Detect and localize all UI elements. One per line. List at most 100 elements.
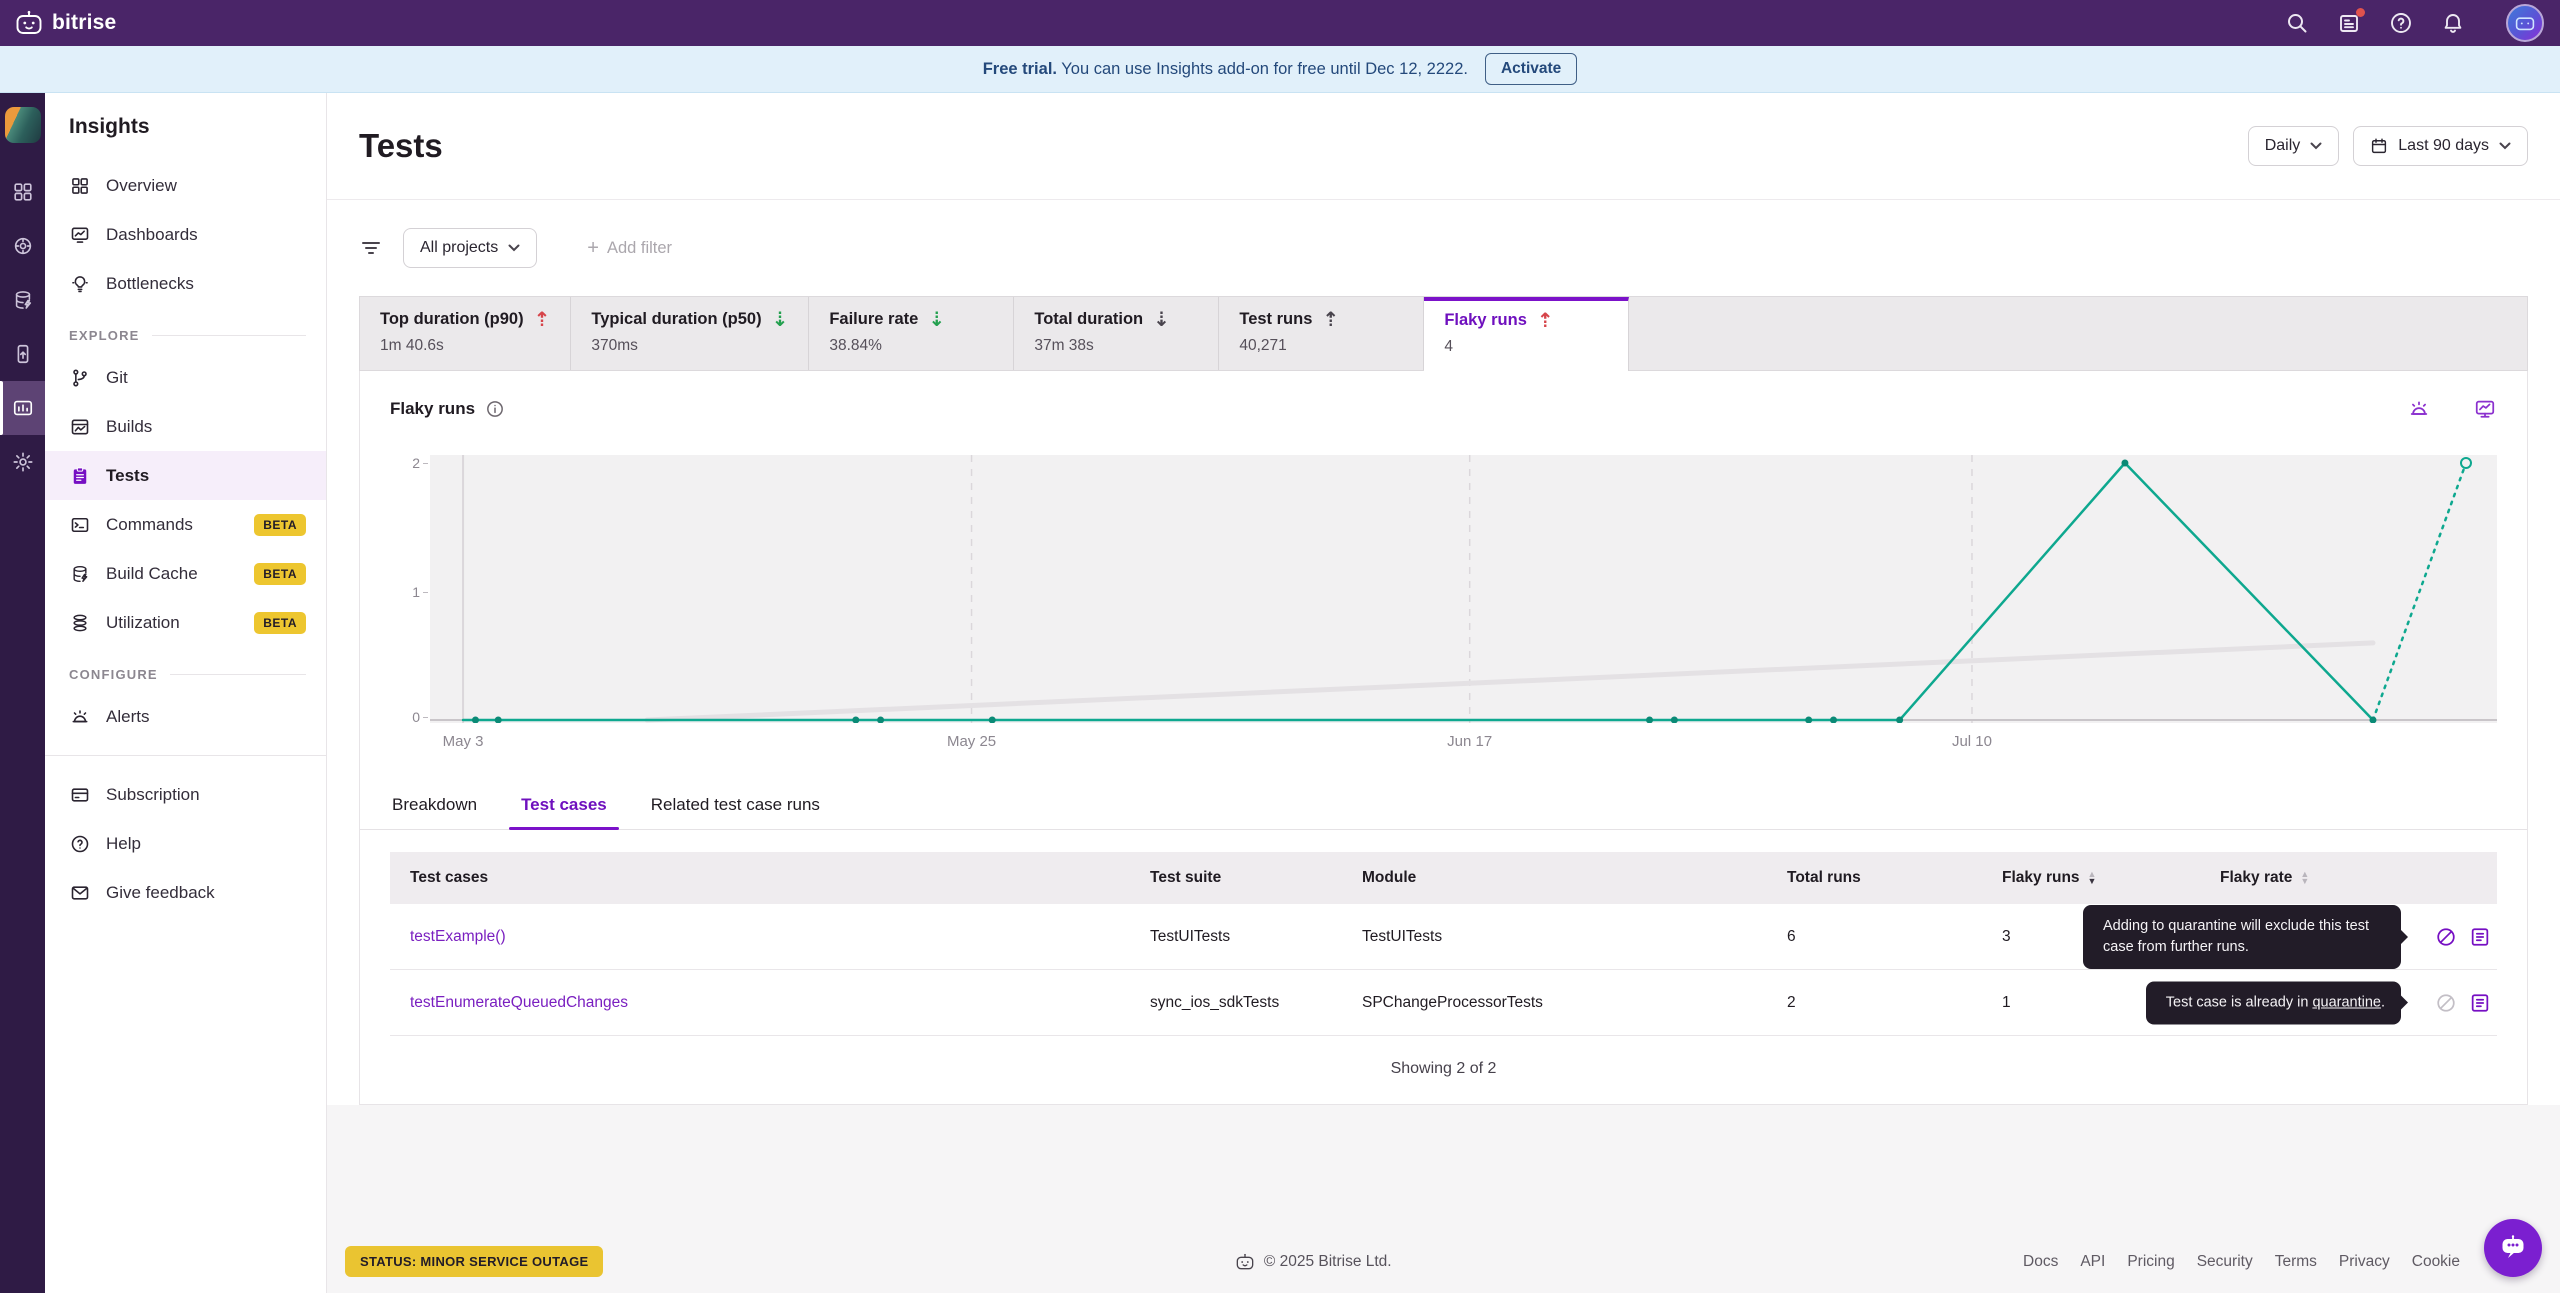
whats-new-icon[interactable] (2336, 8, 2365, 36)
sidebar-item-builds[interactable]: Builds (45, 402, 326, 451)
sidebar-title: Insights (69, 115, 150, 138)
metric-tab-test-runs[interactable]: Test runs ⇡ 40,271 (1219, 297, 1425, 370)
info-icon[interactable] (485, 399, 505, 419)
ci-icon[interactable] (0, 219, 45, 273)
footer-link-docs[interactable]: Docs (2023, 1253, 2058, 1271)
y-tick-label: 1 (412, 584, 428, 600)
apps-grid-icon[interactable] (0, 165, 45, 219)
activate-button[interactable]: Activate (1484, 53, 1578, 85)
quarantine-tooltip: Adding to quarantine will exclude this t… (2083, 904, 2401, 969)
date-range-select[interactable]: Last 90 days (2353, 126, 2528, 166)
help-circle-icon (69, 833, 91, 855)
utilization-stack-icon (69, 612, 91, 634)
sidebar-item-overview[interactable]: Overview (45, 161, 326, 210)
footer-link-api[interactable]: API (2080, 1253, 2105, 1271)
test-case-link[interactable]: testExample() (410, 928, 506, 945)
notifications-bell-icon[interactable] (2440, 10, 2466, 36)
sidebar-item-commands[interactable]: Commands BETA (45, 500, 326, 549)
tab-breakdown[interactable]: Breakdown (390, 785, 479, 829)
add-filter-label: Add filter (606, 238, 673, 257)
metric-tab-failure-rate[interactable]: Failure rate ⇣ 38.84% (809, 297, 1015, 370)
chevron-down-icon (2310, 142, 2322, 150)
bitrise-insights-page: bitrise Free trial. You can use Insights… (0, 0, 2560, 1293)
trend-up-icon: ⇡ (1322, 307, 1340, 331)
sort-icons: ▲ ▼ (2087, 870, 2097, 886)
details-icon[interactable] (2469, 992, 2491, 1014)
metric-label: Typical duration (p50) (591, 309, 762, 328)
quarantine-icon[interactable] (2435, 926, 2457, 948)
workspace-avatar[interactable] (4, 107, 41, 143)
flaky-runs-plot-svg (430, 455, 2497, 723)
projects-select[interactable]: All projects (403, 228, 538, 268)
beta-badge: BETA (254, 513, 306, 536)
page-header: Tests Daily Last 90 days (327, 93, 2560, 200)
search-icon[interactable] (2284, 10, 2310, 36)
metric-tab-total-duration[interactable]: Total duration ⇣ 37m 38s (1014, 297, 1220, 370)
plus-icon: + (587, 236, 599, 259)
banner-detail: You can use Insights add-on for free unt… (1061, 59, 1468, 78)
sidebar-section-configure: CONFIGURE (45, 667, 326, 682)
metric-tabs-filler (1629, 297, 2527, 370)
x-tick-label: Jun 17 (1447, 733, 1493, 750)
chart-header: Flaky runs (390, 397, 2497, 421)
trend-up-icon: ⇡ (533, 307, 551, 331)
test-suite-cell: TestUITests (1150, 927, 1231, 945)
footer-link-terms[interactable]: Terms (2275, 1253, 2317, 1271)
sidebar-item-subscription[interactable]: Subscription (45, 770, 326, 819)
insights-sidebar: Insights Overview Dashboards Bottlenecks… (45, 93, 327, 1293)
col-flaky-runs[interactable]: Flaky runs ▲ ▼ (1982, 869, 2200, 887)
metric-tab-typical-duration[interactable]: Typical duration (p50) ⇣ 370ms (571, 297, 810, 370)
metric-tab-flaky-runs[interactable]: Flaky runs ⇡ 4 (1424, 297, 1630, 371)
chat-widget-button[interactable] (2484, 1219, 2542, 1277)
sort-desc-icon: ▼ (2087, 876, 2097, 886)
help-icon[interactable] (2388, 10, 2414, 36)
metric-tab-top-duration[interactable]: Top duration (p90) ⇡ 1m 40.6s (360, 297, 572, 370)
sidebar-item-label: Commands (106, 514, 193, 534)
create-alert-icon[interactable] (2407, 397, 2431, 421)
sidebar-item-utilization[interactable]: Utilization BETA (45, 598, 326, 647)
sidebar-item-git[interactable]: Git (45, 353, 326, 402)
sidebar-item-help[interactable]: Help (45, 819, 326, 868)
quarantine-link[interactable]: quarantine (2312, 994, 2381, 1010)
tab-related-test-case-runs[interactable]: Related test case runs (649, 785, 822, 829)
footer: STATUS: MINOR SERVICE OUTAGE © 2025 Bitr… (327, 1246, 2560, 1293)
col-module: Module (1362, 869, 1417, 886)
add-filter-button[interactable]: + Add filter (587, 237, 672, 260)
metric-tabs: Top duration (p90) ⇡ 1m 40.6s Typical dur… (359, 296, 2528, 371)
filter-lines-icon[interactable] (359, 236, 383, 260)
sidebar-item-build-cache[interactable]: Build Cache BETA (45, 549, 326, 598)
sidebar-item-dashboards[interactable]: Dashboards (45, 210, 326, 259)
footer-link-pricing[interactable]: Pricing (2127, 1253, 2174, 1271)
tab-test-cases[interactable]: Test cases (509, 785, 619, 830)
details-icon[interactable] (2469, 926, 2491, 948)
flaky-runs-card: Flaky runs 2 1 0 May 3 May 25 Jun 17 Jul… (359, 371, 2528, 1105)
sidebar-item-alerts[interactable]: Alerts (45, 692, 326, 741)
insights-icon[interactable] (0, 381, 45, 435)
chevron-down-icon (508, 244, 520, 252)
bitrise-logo[interactable]: bitrise (14, 8, 116, 38)
build-cache-rail-icon[interactable] (0, 273, 45, 327)
settings-gear-icon[interactable] (0, 435, 45, 489)
sidebar-item-label: Utilization (106, 612, 180, 632)
sidebar-section-explore: EXPLORE (45, 328, 326, 343)
metric-label: Top duration (p90) (380, 309, 524, 328)
detail-tabs: Breakdown Test cases Related test case r… (360, 785, 2527, 830)
granularity-select[interactable]: Daily (2247, 126, 2340, 166)
sidebar-item-give-feedback[interactable]: Give feedback (45, 868, 326, 917)
add-to-dashboard-icon[interactable] (2473, 397, 2497, 421)
footer-link-cookie[interactable]: Cookie (2412, 1253, 2460, 1271)
build-cache-icon (69, 563, 91, 585)
col-flaky-rate[interactable]: Flaky rate ▲ ▼ (2200, 869, 2415, 887)
user-avatar[interactable] (2506, 4, 2544, 42)
chevron-down-icon (2499, 142, 2511, 150)
pagination-summary: Showing 2 of 2 (1390, 1060, 1497, 1077)
footer-link-security[interactable]: Security (2197, 1253, 2253, 1271)
release-icon[interactable] (0, 327, 45, 381)
sidebar-item-bottlenecks[interactable]: Bottlenecks (45, 259, 326, 308)
footer-link-privacy[interactable]: Privacy (2339, 1253, 2390, 1271)
status-badge[interactable]: STATUS: MINOR SERVICE OUTAGE (345, 1246, 604, 1277)
bottlenecks-bulb-icon (69, 273, 91, 295)
sidebar-item-tests[interactable]: Tests (45, 451, 326, 500)
test-case-link[interactable]: testEnumerateQueuedChanges (410, 994, 628, 1011)
sidebar-item-label: Subscription (106, 784, 200, 804)
